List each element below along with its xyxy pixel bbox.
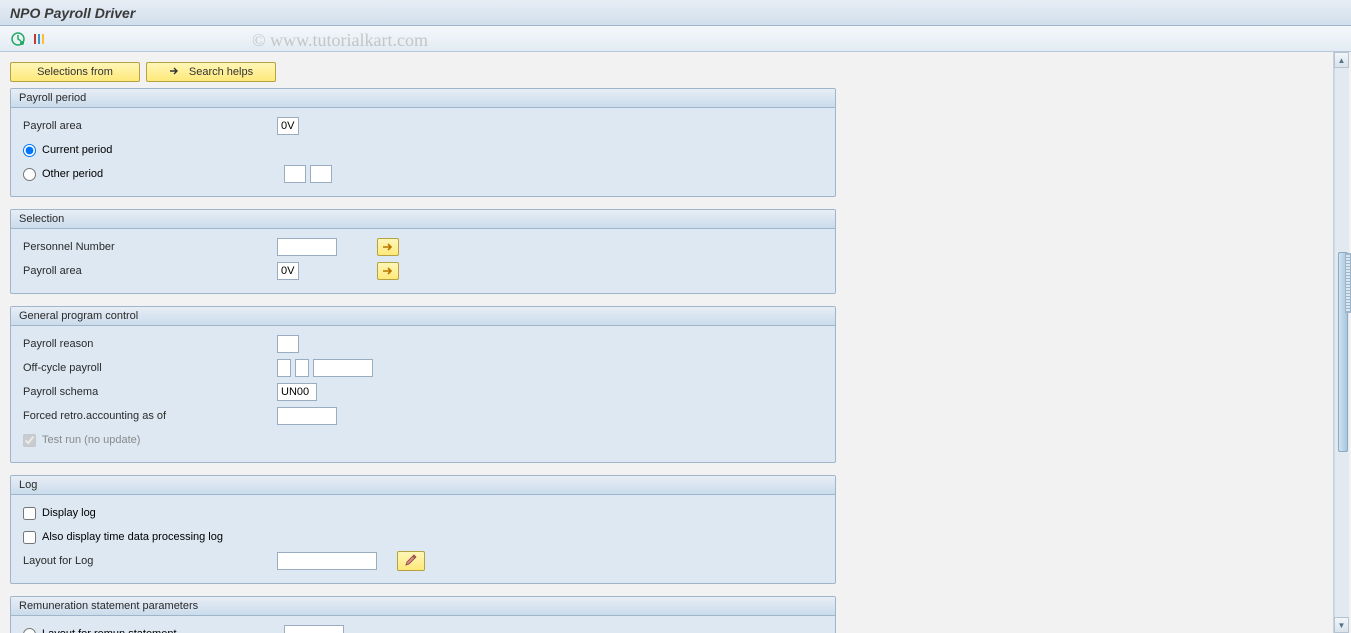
- input-other-period-1[interactable]: [284, 165, 306, 183]
- scroll-down-arrow[interactable]: ▼: [1334, 617, 1349, 633]
- label-forced-retro: Forced retro.accounting as of: [19, 410, 277, 422]
- variant-bars-icon[interactable]: [32, 31, 48, 47]
- input-offcycle-2[interactable]: [295, 359, 309, 377]
- label-other-period: Other period: [42, 168, 278, 180]
- group-remun: Remuneration statement parameters Layout…: [10, 596, 836, 633]
- input-other-period-2[interactable]: [310, 165, 332, 183]
- input-layout-log[interactable]: [277, 552, 377, 570]
- group-header-payroll-period: Payroll period: [11, 89, 835, 108]
- group-header-remun: Remuneration statement parameters: [11, 597, 835, 616]
- label-layout-log: Layout for Log: [19, 555, 277, 567]
- app-toolbar: [0, 26, 1351, 52]
- label-current-period: Current period: [42, 144, 112, 156]
- label-payroll-area: Payroll area: [19, 120, 277, 132]
- multiple-selection-payrollarea-button[interactable]: [377, 262, 399, 280]
- execute-icon[interactable]: [10, 31, 26, 47]
- group-payroll-period: Payroll period Payroll area Current peri…: [10, 88, 836, 197]
- edit-layout-button[interactable]: [397, 551, 425, 571]
- checkbox-also-display[interactable]: [23, 531, 36, 544]
- label-personnel-number: Personnel Number: [19, 241, 277, 253]
- label-offcycle: Off-cycle payroll: [19, 362, 277, 374]
- input-layout-remun: [284, 625, 344, 633]
- group-selection: Selection Personnel Number Payroll area: [10, 209, 836, 294]
- page-title: NPO Payroll Driver: [10, 5, 135, 21]
- label-selection-payroll-area: Payroll area: [19, 265, 277, 277]
- side-grip-handle[interactable]: [1345, 253, 1351, 313]
- radio-current-period[interactable]: [23, 144, 36, 157]
- group-header-selection: Selection: [11, 210, 835, 229]
- input-forced-retro[interactable]: [277, 407, 337, 425]
- search-helps-label: Search helps: [189, 66, 253, 78]
- input-schema[interactable]: [277, 383, 317, 401]
- pencil-icon: [404, 553, 418, 570]
- input-payroll-reason[interactable]: [277, 335, 299, 353]
- input-offcycle-3[interactable]: [313, 359, 373, 377]
- label-payroll-reason: Payroll reason: [19, 338, 277, 350]
- label-layout-remun: Layout for remun.statement: [42, 628, 278, 633]
- input-offcycle-1[interactable]: [277, 359, 291, 377]
- checkbox-display-log[interactable]: [23, 507, 36, 520]
- group-header-general: General program control: [11, 307, 835, 326]
- input-personnel-number[interactable]: [277, 238, 337, 256]
- radio-other-period[interactable]: [23, 168, 36, 181]
- label-also-display: Also display time data processing log: [42, 531, 223, 543]
- label-display-log: Display log: [42, 507, 96, 519]
- input-payroll-area[interactable]: [277, 117, 299, 135]
- group-header-log: Log: [11, 476, 835, 495]
- arrow-right-icon: [169, 66, 179, 79]
- group-general: General program control Payroll reason O…: [10, 306, 836, 463]
- checkbox-test-run: [23, 434, 36, 447]
- content-area: Selections from Search helps Payroll per…: [0, 52, 1351, 633]
- scroll-up-arrow[interactable]: ▲: [1334, 52, 1349, 68]
- group-log: Log Display log Also display time data p…: [10, 475, 836, 584]
- multiple-selection-personnel-button[interactable]: [377, 238, 399, 256]
- title-bar: NPO Payroll Driver: [0, 0, 1351, 26]
- input-selection-payroll-area[interactable]: [277, 262, 299, 280]
- search-helps-button[interactable]: Search helps: [146, 62, 276, 82]
- radio-layout-remun[interactable]: [23, 628, 36, 633]
- selections-from-button[interactable]: Selections from: [10, 62, 140, 82]
- action-button-row: Selections from Search helps: [10, 62, 1341, 82]
- label-schema: Payroll schema: [19, 386, 277, 398]
- label-test-run: Test run (no update): [42, 434, 140, 446]
